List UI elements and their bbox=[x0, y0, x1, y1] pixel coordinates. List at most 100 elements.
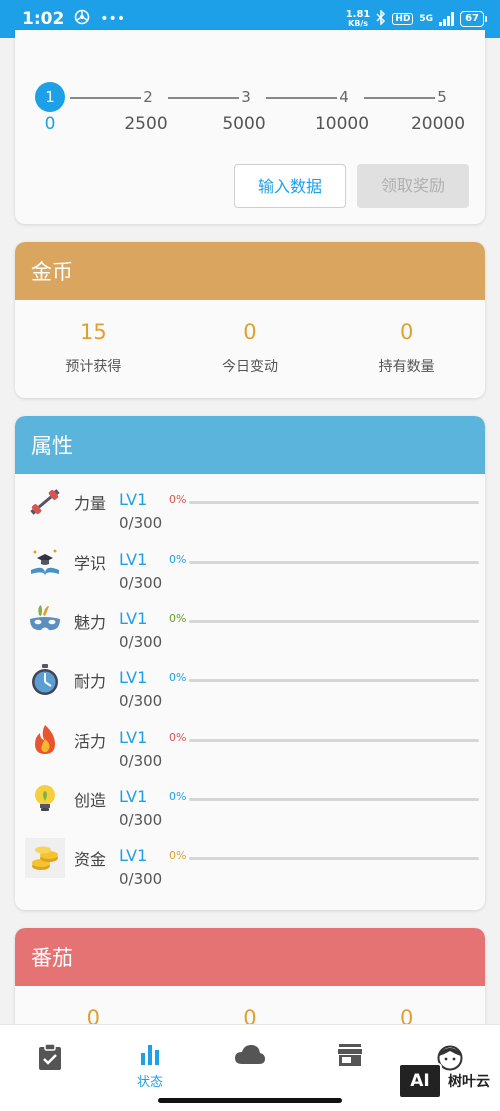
net-speed-unit: KB/s bbox=[348, 19, 369, 28]
attribute-name: 魅力 bbox=[74, 613, 107, 632]
claim-reward-button[interactable]: 领取奖励 bbox=[357, 164, 469, 208]
store-icon bbox=[337, 1044, 363, 1071]
home-indicator[interactable] bbox=[158, 1098, 342, 1103]
step-connector bbox=[266, 97, 337, 99]
threshold-value: 2500 bbox=[124, 114, 168, 134]
input-data-button[interactable]: 输入数据 bbox=[234, 164, 346, 208]
attribute-exp: 0/300 bbox=[119, 752, 163, 770]
attribute-percent: 0% bbox=[169, 553, 187, 566]
threshold-value: 5000 bbox=[222, 114, 266, 134]
watermark: AI 树叶云 bbox=[398, 1063, 490, 1099]
nav-tasks[interactable] bbox=[20, 1043, 80, 1075]
attribute-progress-bar bbox=[189, 739, 479, 742]
step-connector bbox=[70, 97, 141, 99]
attribute-level: LV1 bbox=[119, 728, 148, 747]
attribute-exp: 0/300 bbox=[119, 811, 163, 829]
watermark-text: 树叶云 bbox=[448, 1074, 490, 1090]
attribute-level: LV1 bbox=[119, 609, 148, 628]
step-connector bbox=[168, 97, 239, 99]
attribute-exp: 0/300 bbox=[119, 574, 163, 592]
vpn-icon bbox=[74, 9, 90, 29]
lightbulb-icon bbox=[25, 779, 65, 819]
stat-label: 持有数量 bbox=[378, 359, 435, 375]
attribute-exp: 0/300 bbox=[119, 633, 163, 651]
tomato-title: 番茄 bbox=[15, 928, 485, 986]
nav-cloud[interactable] bbox=[220, 1043, 280, 1069]
step-1[interactable]: 1 bbox=[35, 82, 65, 112]
coins-stat: 0 今日变动 bbox=[172, 320, 329, 376]
attribute-percent: 0% bbox=[169, 493, 187, 506]
net-speed-value: 1.81 bbox=[345, 9, 371, 20]
flame-icon bbox=[25, 720, 65, 760]
status-time: 1:02 bbox=[22, 9, 65, 29]
attribute-name: 活力 bbox=[74, 732, 107, 751]
stat-value: 15 bbox=[79, 320, 107, 344]
attribute-level: LV1 bbox=[119, 550, 148, 569]
reward-progress-card: 1 2 3 4 5 0 2500 5000 10000 20000 输入数据 领… bbox=[15, 30, 485, 224]
attribute-percent: 0% bbox=[169, 849, 187, 862]
attribute-progress-bar bbox=[189, 679, 479, 682]
cloud-icon bbox=[234, 1045, 266, 1069]
attribute-row-charm[interactable]: 魅力 LV1 0/300 0% bbox=[15, 597, 485, 653]
battery-icon: 67 bbox=[460, 11, 487, 27]
attribute-level: LV1 bbox=[119, 490, 148, 509]
coins-stats: 15 预计获得 0 今日变动 0 持有数量 bbox=[15, 300, 485, 376]
attribute-exp: 0/300 bbox=[119, 870, 163, 888]
attribute-name: 学识 bbox=[74, 554, 107, 573]
attribute-row-knowledge[interactable]: 学识 LV1 0/300 0% bbox=[15, 538, 485, 594]
signal-icon bbox=[439, 12, 455, 26]
mask-icon bbox=[25, 601, 65, 641]
attribute-level: LV1 bbox=[119, 787, 148, 806]
bluetooth-icon bbox=[376, 9, 386, 28]
stat-value: 0 bbox=[399, 320, 414, 344]
attribute-level: LV1 bbox=[119, 846, 148, 865]
step-thresholds: 0 2500 5000 10000 20000 bbox=[15, 114, 485, 138]
attribute-exp: 0/300 bbox=[119, 514, 163, 532]
attribute-percent: 0% bbox=[169, 790, 187, 803]
net-speed: 1.81 KB/s bbox=[345, 9, 371, 29]
attribute-progress-bar bbox=[189, 857, 479, 860]
attribute-row-vitality[interactable]: 活力 LV1 0/300 0% bbox=[15, 716, 485, 772]
attribute-name: 创造 bbox=[74, 791, 107, 810]
nav-store[interactable] bbox=[320, 1043, 380, 1071]
attribute-percent: 0% bbox=[169, 731, 187, 744]
task-clipboard-icon bbox=[37, 1043, 63, 1075]
attribute-percent: 0% bbox=[169, 612, 187, 625]
attributes-title: 属性 bbox=[15, 416, 485, 474]
coins-icon bbox=[25, 838, 65, 878]
hd-badge: HD bbox=[392, 13, 414, 25]
attribute-exp: 0/300 bbox=[119, 692, 163, 710]
step-4[interactable]: 4 bbox=[329, 82, 359, 112]
book-icon bbox=[25, 542, 65, 582]
attribute-row-endurance[interactable]: 耐力 LV1 0/300 0% bbox=[15, 656, 485, 712]
stat-label: 预计获得 bbox=[65, 359, 122, 375]
stopwatch-icon bbox=[25, 660, 65, 700]
progress-steps: 1 2 3 4 5 bbox=[35, 82, 475, 112]
attribute-percent: 0% bbox=[169, 671, 187, 684]
network-type: 5G bbox=[419, 14, 434, 24]
step-connector bbox=[364, 97, 435, 99]
attribute-progress-bar bbox=[189, 501, 479, 504]
coins-card: 金币 15 预计获得 0 今日变动 0 持有数量 bbox=[15, 242, 485, 398]
step-5[interactable]: 5 bbox=[427, 82, 457, 112]
dumbbell-icon bbox=[25, 482, 65, 522]
bar-chart-icon bbox=[139, 1045, 161, 1069]
attribute-name: 耐力 bbox=[74, 672, 107, 691]
attribute-row-funds[interactable]: 资金 LV1 0/300 0% bbox=[15, 834, 485, 890]
attribute-progress-bar bbox=[189, 561, 479, 564]
threshold-value: 0 bbox=[44, 114, 56, 134]
nav-status[interactable]: 状态 bbox=[120, 1043, 180, 1090]
coins-stat: 0 持有数量 bbox=[328, 320, 485, 376]
coins-stat: 15 预计获得 bbox=[15, 320, 172, 376]
stat-label: 今日变动 bbox=[221, 359, 278, 375]
threshold-value: 20000 bbox=[410, 114, 466, 134]
step-2[interactable]: 2 bbox=[133, 82, 163, 112]
more-notifications-icon: ••• bbox=[100, 11, 126, 27]
attribute-name: 力量 bbox=[74, 494, 107, 513]
attribute-progress-bar bbox=[189, 620, 479, 623]
nav-status-label: 状态 bbox=[136, 1075, 163, 1090]
watermark-logo: AI bbox=[398, 1063, 442, 1099]
step-3[interactable]: 3 bbox=[231, 82, 261, 112]
attribute-row-strength[interactable]: 力量 LV1 0/300 0% bbox=[15, 478, 485, 534]
attribute-row-creativity[interactable]: 创造 LV1 0/300 0% bbox=[15, 775, 485, 831]
